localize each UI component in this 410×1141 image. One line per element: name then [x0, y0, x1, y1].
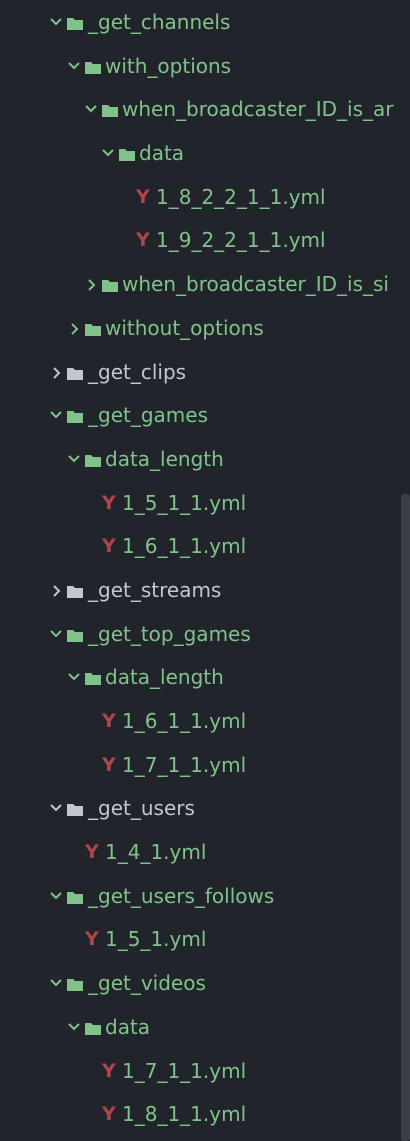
- tree-file-yml[interactable]: Y 1_9_2_2_1_1.yml: [0, 219, 410, 263]
- tree-file-yml[interactable]: Y 1_6_1_1.yml: [0, 700, 410, 744]
- tree-item-label: when_broadcaster_ID_is_ar: [122, 97, 394, 122]
- chevron-right-icon[interactable]: [52, 569, 66, 613]
- tree-file-yml[interactable]: Y 1_7_1_1.yml: [0, 744, 410, 788]
- tree-file-yml[interactable]: Y 1_6_1_1.yml: [0, 525, 410, 569]
- folder-icon: [102, 279, 118, 293]
- tree-folder-data[interactable]: data: [0, 132, 410, 176]
- folder-icon: [85, 672, 101, 686]
- tree-item-label: data_length: [105, 665, 224, 690]
- folder-icon: [67, 585, 83, 598]
- tree-file-yml[interactable]: Y 1_5_1_1.yml: [0, 482, 410, 526]
- folder-icon: [102, 104, 118, 118]
- folder-icon: [67, 410, 83, 424]
- yaml-file-icon: Y: [136, 229, 150, 252]
- tree-folder-get-top-games[interactable]: _get_top_games: [0, 613, 410, 657]
- tree-item-label: 1_5_1_1.yml: [122, 490, 247, 515]
- chevron-right-icon[interactable]: [70, 307, 84, 351]
- chevron-down-icon[interactable]: [50, 875, 64, 919]
- tree-folder-data[interactable]: data: [0, 1006, 410, 1050]
- tree-item-label: 1_7_1_1.yml: [122, 752, 247, 777]
- tree-item-label: _get_users_follows: [88, 883, 275, 908]
- folder-icon: [67, 17, 83, 30]
- tree-file-yml[interactable]: Y 1_5_1.yml: [0, 918, 410, 962]
- tree-item-label: 1_6_1_1.yml: [122, 534, 247, 559]
- folder-icon: [85, 61, 101, 74]
- yaml-file-icon: Y: [136, 185, 150, 208]
- folder-icon: [67, 367, 83, 380]
- yaml-file-icon: Y: [102, 535, 116, 558]
- tree-folder-get-videos[interactable]: _get_videos: [0, 962, 410, 1006]
- chevron-down-icon[interactable]: [50, 613, 64, 657]
- chevron-right-icon[interactable]: [87, 263, 101, 307]
- tree-folder-data-length[interactable]: data_length: [0, 438, 410, 482]
- tree-folder-get-streams[interactable]: _get_streams: [0, 569, 410, 613]
- chevron-down-icon[interactable]: [68, 1006, 82, 1050]
- chevron-down-icon[interactable]: [50, 1, 64, 45]
- yaml-file-icon: Y: [102, 710, 116, 732]
- tree-item-label: 1_9_2_2_1_1.yml: [156, 228, 326, 253]
- file-tree: _get_channels with_options when_broadcas…: [0, 1, 410, 1137]
- folder-icon: [85, 1022, 101, 1035]
- tree-folder-get-users[interactable]: _get_users: [0, 787, 410, 831]
- tree-folder-data-length[interactable]: data_length: [0, 656, 410, 700]
- tree-item-label: _get_users: [88, 796, 195, 821]
- tree-item-label: 1_5_1.yml: [105, 927, 207, 952]
- tree-item-label: with_options: [105, 53, 232, 78]
- tree-item-label: 1_8_1_1.yml: [122, 1102, 247, 1127]
- tree-folder-get-users-follows[interactable]: _get_users_follows: [0, 875, 410, 919]
- tree-item-label: _get_clips: [88, 359, 187, 384]
- folder-icon: [85, 323, 101, 336]
- tree-item-label: 1_7_1_1.yml: [122, 1058, 247, 1083]
- folder-icon: [119, 148, 135, 162]
- tree-item-label: _get_streams: [88, 577, 222, 602]
- chevron-down-icon[interactable]: [85, 88, 99, 132]
- yaml-file-icon: Y: [102, 753, 116, 776]
- folder-icon: [67, 803, 83, 817]
- tree-item-label: data_length: [105, 446, 224, 471]
- tree-item-label: 1_4_1.yml: [105, 840, 207, 865]
- folder-icon: [85, 454, 101, 467]
- tree-folder-with-options[interactable]: with_options: [0, 45, 410, 89]
- tree-item-label: _get_videos: [88, 971, 206, 996]
- tree-item-label: when_broadcaster_ID_is_si: [122, 272, 389, 297]
- yaml-file-icon: Y: [85, 841, 99, 864]
- chevron-down-icon[interactable]: [68, 656, 82, 700]
- yaml-file-icon: Y: [102, 491, 116, 514]
- chevron-down-icon[interactable]: [68, 45, 82, 89]
- folder-icon: [67, 629, 83, 642]
- tree-folder-get-games[interactable]: _get_games: [0, 394, 410, 438]
- tree-item-label: 1_8_2_2_1_1.yml: [156, 184, 326, 209]
- tree-item-label: _get_games: [88, 403, 208, 428]
- vertical-scrollbar[interactable]: [401, 494, 410, 1141]
- tree-folder-when-broadcaster-id-is-ar[interactable]: when_broadcaster_ID_is_ar: [0, 88, 410, 132]
- tree-item-label: _get_channels: [88, 10, 231, 34]
- tree-folder-without-options[interactable]: without_options: [0, 307, 410, 351]
- yaml-file-icon: Y: [85, 928, 99, 951]
- yaml-file-icon: Y: [102, 1059, 116, 1082]
- tree-item-label: data: [139, 141, 185, 166]
- yaml-file-icon: Y: [102, 1103, 116, 1126]
- tree-folder-get-channels[interactable]: _get_channels: [0, 1, 410, 45]
- chevron-right-icon[interactable]: [52, 351, 66, 395]
- chevron-down-icon[interactable]: [102, 132, 116, 176]
- tree-folder-when-broadcaster-id-is-si[interactable]: when_broadcaster_ID_is_si: [0, 263, 410, 307]
- folder-icon: [67, 891, 83, 904]
- chevron-down-icon[interactable]: [68, 438, 82, 482]
- tree-item-label: _get_top_games: [88, 621, 251, 646]
- tree-file-yml[interactable]: Y 1_7_1_1.yml: [0, 1050, 410, 1094]
- tree-file-yml[interactable]: Y 1_8_2_2_1_1.yml: [0, 176, 410, 220]
- tree-item-label: without_options: [105, 315, 264, 340]
- folder-icon: [67, 978, 83, 992]
- chevron-down-icon[interactable]: [50, 787, 64, 831]
- tree-file-yml[interactable]: Y 1_8_1_1.yml: [0, 1093, 410, 1137]
- tree-item-label: 1_6_1_1.yml: [122, 709, 247, 733]
- chevron-down-icon[interactable]: [50, 394, 64, 438]
- tree-file-yml[interactable]: Y 1_4_1.yml: [0, 831, 410, 875]
- tree-item-label: data: [105, 1014, 151, 1039]
- chevron-down-icon[interactable]: [50, 962, 64, 1006]
- tree-folder-get-clips[interactable]: _get_clips: [0, 351, 410, 395]
